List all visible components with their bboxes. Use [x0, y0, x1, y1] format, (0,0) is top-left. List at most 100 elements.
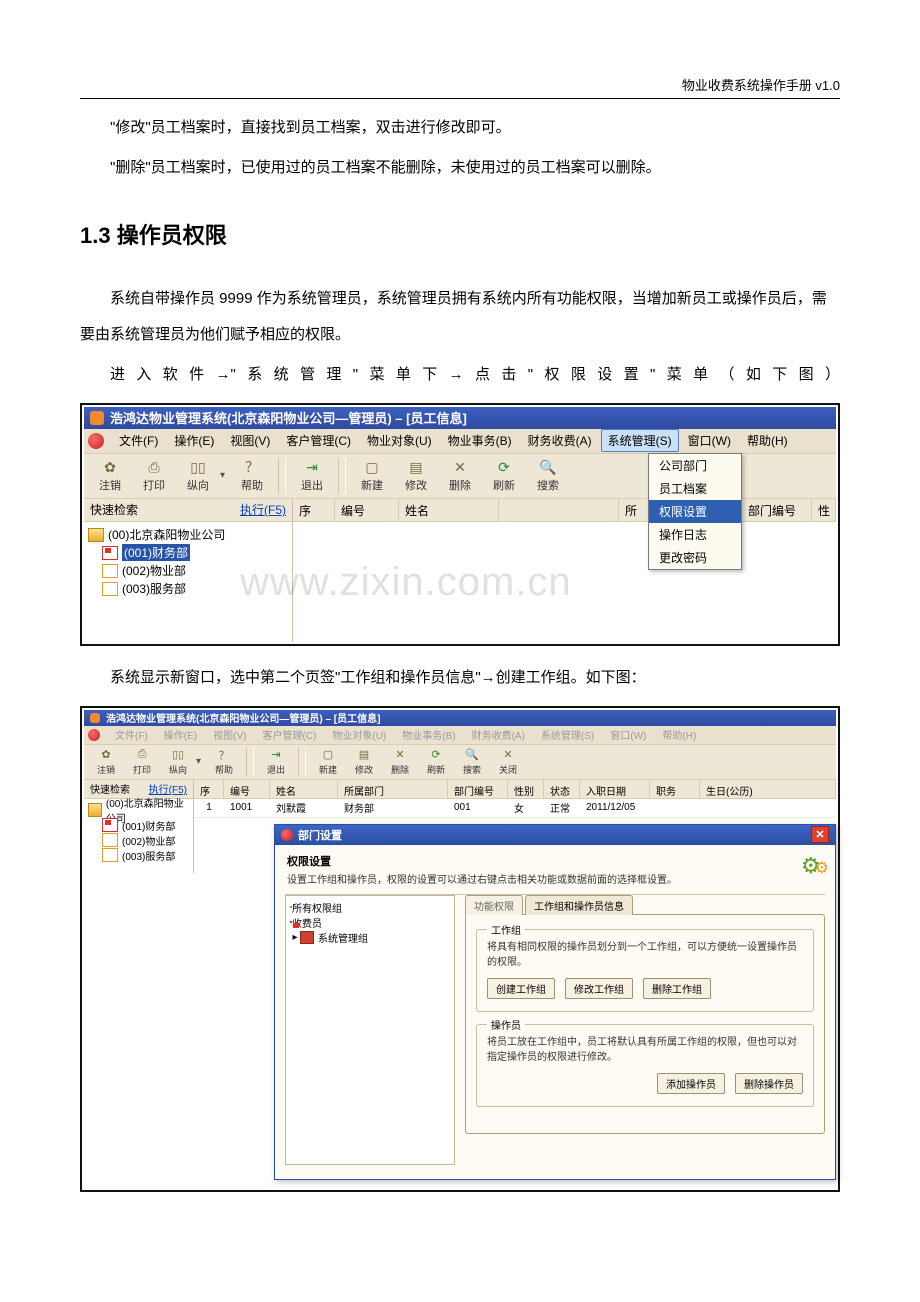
menu-object[interactable]: 物业对象(U) [360, 429, 439, 452]
exit-icon: ⇥ [303, 458, 321, 476]
tb-delete[interactable]: ✕删除 [383, 746, 417, 778]
edit-icon: ▤ [357, 748, 371, 762]
flag-icon [102, 818, 118, 832]
menu-ops[interactable]: 操作(E) [167, 429, 221, 452]
create-workgroup-button[interactable]: 创建工作组 [487, 978, 555, 999]
paragraph: 系统自带操作员 9999 作为系统管理员，系统管理员拥有系统内所有功能权限，当增… [80, 281, 840, 353]
menu-help[interactable]: 帮助(H) [655, 724, 703, 745]
menu-item-oplog[interactable]: 操作日志 [649, 523, 741, 546]
folder-icon [102, 564, 118, 578]
edit-workgroup-button[interactable]: 修改工作组 [565, 978, 633, 999]
menu-ops[interactable]: 操作(E) [157, 724, 204, 745]
menu-file[interactable]: 文件(F) [112, 429, 165, 452]
tb-edit[interactable]: ▤修改 [395, 456, 437, 496]
tb-help[interactable]: ？帮助 [231, 456, 273, 496]
add-operator-button[interactable]: 添加操作员 [657, 1073, 725, 1094]
menu-finance[interactable]: 财务收费(A) [465, 724, 532, 745]
menu-system[interactable]: 系统管理(S) [534, 724, 601, 745]
tb-close[interactable]: ✕关闭 [491, 746, 525, 778]
department-tree[interactable]: (00)北京森阳物业公司 (001)财务部 (002)物业部 (003)服务部 [84, 799, 193, 873]
menu-finance[interactable]: 财务收费(A) [521, 429, 599, 452]
tb-edit[interactable]: ▤修改 [347, 746, 381, 778]
menubar: 文件(F) 操作(E) 视图(V) 客户管理(C) 物业对象(U) 物业事务(B… [84, 726, 836, 744]
folder-open-icon [88, 803, 102, 817]
tb-exit[interactable]: ⇥退出 [259, 746, 293, 778]
paragraph: 系统显示新窗口，选中第二个页签"工作组和操作员信息"→创建工作组。如下图： [80, 660, 840, 696]
tb-new[interactable]: ▢新建 [351, 456, 393, 496]
menu-affairs[interactable]: 物业事务(B) [441, 429, 519, 452]
menu-system[interactable]: 系统管理(S) [601, 429, 679, 452]
tab-workgroup-operator[interactable]: 工作组和操作员信息 [525, 895, 633, 915]
folder-icon [102, 833, 118, 847]
tb-orientation[interactable]: ▯▯纵向 [177, 456, 219, 496]
gear-icon: ⚙⚙ [801, 853, 829, 879]
tb-logout[interactable]: ✿注销 [89, 746, 123, 778]
tb-orientation[interactable]: ▯▯纵向 [161, 746, 195, 778]
help-icon: ？ [243, 458, 261, 476]
dialog-close-button[interactable]: ✕ [811, 826, 829, 843]
menu-affairs[interactable]: 物业事务(B) [395, 724, 462, 745]
close-icon: ✕ [501, 748, 515, 762]
menu-view[interactable]: 视图(V) [223, 429, 277, 452]
menu-item-employee-file[interactable]: 员工档案 [649, 477, 741, 500]
fieldset-workgroup: 工作组 将具有相同权限的操作员划分到一个工作组，可以方便统一设置操作员的权限。 … [476, 929, 814, 1012]
menu-file[interactable]: 文件(F) [108, 724, 155, 745]
quick-search-run[interactable]: 执行(F5) [240, 501, 286, 518]
dialog-subtitle: 权限设置 [275, 845, 835, 869]
tb-search[interactable]: 🔍搜索 [527, 456, 569, 496]
menu-item-company-dept[interactable]: 公司部门 [649, 454, 741, 477]
menu-window[interactable]: 窗口(W) [681, 429, 738, 452]
paragraph: "修改"员工档案时，直接找到员工档案，双击进行修改即可。 [80, 110, 840, 146]
chevron-down-icon[interactable]: ▾ [196, 756, 206, 767]
menu-view[interactable]: 视图(V) [206, 724, 253, 745]
flag-icon [102, 546, 118, 560]
brand-icon [281, 829, 293, 841]
orientation-icon: ▯▯ [171, 748, 185, 762]
menu-help[interactable]: 帮助(H) [740, 429, 795, 452]
menu-item-permission[interactable]: 权限设置 [649, 500, 741, 523]
tb-new[interactable]: ▢新建 [311, 746, 345, 778]
grid-header: 序 编号 姓名 所属部门 部门编号 性别 状态 入职日期 职务 生日(公历) [194, 780, 836, 799]
tb-refresh[interactable]: ⟳刷新 [483, 456, 525, 496]
tb-search[interactable]: 🔍搜索 [455, 746, 489, 778]
fieldset-operator: 操作员 将员工放在工作组中，员工将默认具有所属工作组的权限，但也可以对指定操作员… [476, 1024, 814, 1107]
menu-item-change-pw[interactable]: 更改密码 [649, 546, 741, 569]
tb-delete[interactable]: ✕删除 [439, 456, 481, 496]
page-header: 物业收费系统操作手册 v1.0 [80, 75, 840, 99]
quick-search-run[interactable]: 执行(F5) [149, 781, 187, 796]
menubar: 文件(F) 操作(E) 视图(V) 客户管理(C) 物业对象(U) 物业事务(B… [84, 429, 836, 453]
search-icon: 🔍 [539, 458, 557, 476]
logout-icon: ✿ [101, 458, 119, 476]
delete-operator-button[interactable]: 删除操作员 [735, 1073, 803, 1094]
tb-help[interactable]: ？帮助 [207, 746, 241, 778]
tree-item-selected[interactable]: (001)财务部 [122, 544, 190, 561]
table-row[interactable]: 1 1001 刘默霞 财务部 001 女 正常 2011/12/05 [194, 799, 836, 818]
menu-object[interactable]: 物业对象(U) [325, 724, 393, 745]
tb-print[interactable]: ⎙打印 [133, 456, 175, 496]
exit-icon: ⇥ [269, 748, 283, 762]
tb-refresh[interactable]: ⟳刷新 [419, 746, 453, 778]
tb-exit[interactable]: ⇥退出 [291, 456, 333, 496]
print-icon: ⎙ [135, 748, 149, 762]
paragraph: 进入软件→"系统管理"菜单下→点击"权限设置"菜单（如下图） [80, 357, 840, 393]
app-logo-icon [90, 411, 104, 425]
grid-header: 序 编号 姓名 所 部门编号 性 [293, 499, 836, 522]
delete-workgroup-button[interactable]: 删除工作组 [643, 978, 711, 999]
tb-print[interactable]: ⎙打印 [125, 746, 159, 778]
menu-window[interactable]: 窗口(W) [603, 724, 653, 745]
department-tree[interactable]: (00)北京森阳物业公司 (001)财务部 (002)物业部 (003)服务部 [84, 522, 292, 638]
new-icon: ▢ [363, 458, 381, 476]
menu-customer[interactable]: 客户管理(C) [279, 429, 358, 452]
fieldset-legend: 工作组 [487, 922, 525, 937]
refresh-icon: ⟳ [429, 748, 443, 762]
chevron-down-icon[interactable]: ▾ [220, 470, 230, 481]
heading-operator-permissions: 1.3 操作员权限 [80, 210, 840, 263]
permission-group-tree[interactable]: 所有权限组 收费员 ▸系统管理组 [285, 895, 455, 1165]
menu-customer[interactable]: 客户管理(C) [255, 724, 323, 745]
edit-icon: ▤ [407, 458, 425, 476]
tab-function-perm[interactable]: 功能权限 [465, 895, 523, 915]
tb-logout[interactable]: ✿注销 [89, 456, 131, 496]
permission-dialog: 部门设置 ✕ 权限设置 设置工作组和操作员，权限的设置可以通过右键点击相关功能或… [274, 824, 836, 1180]
folder-icon [102, 848, 118, 862]
quick-search-label: 快速检索 [90, 501, 138, 518]
